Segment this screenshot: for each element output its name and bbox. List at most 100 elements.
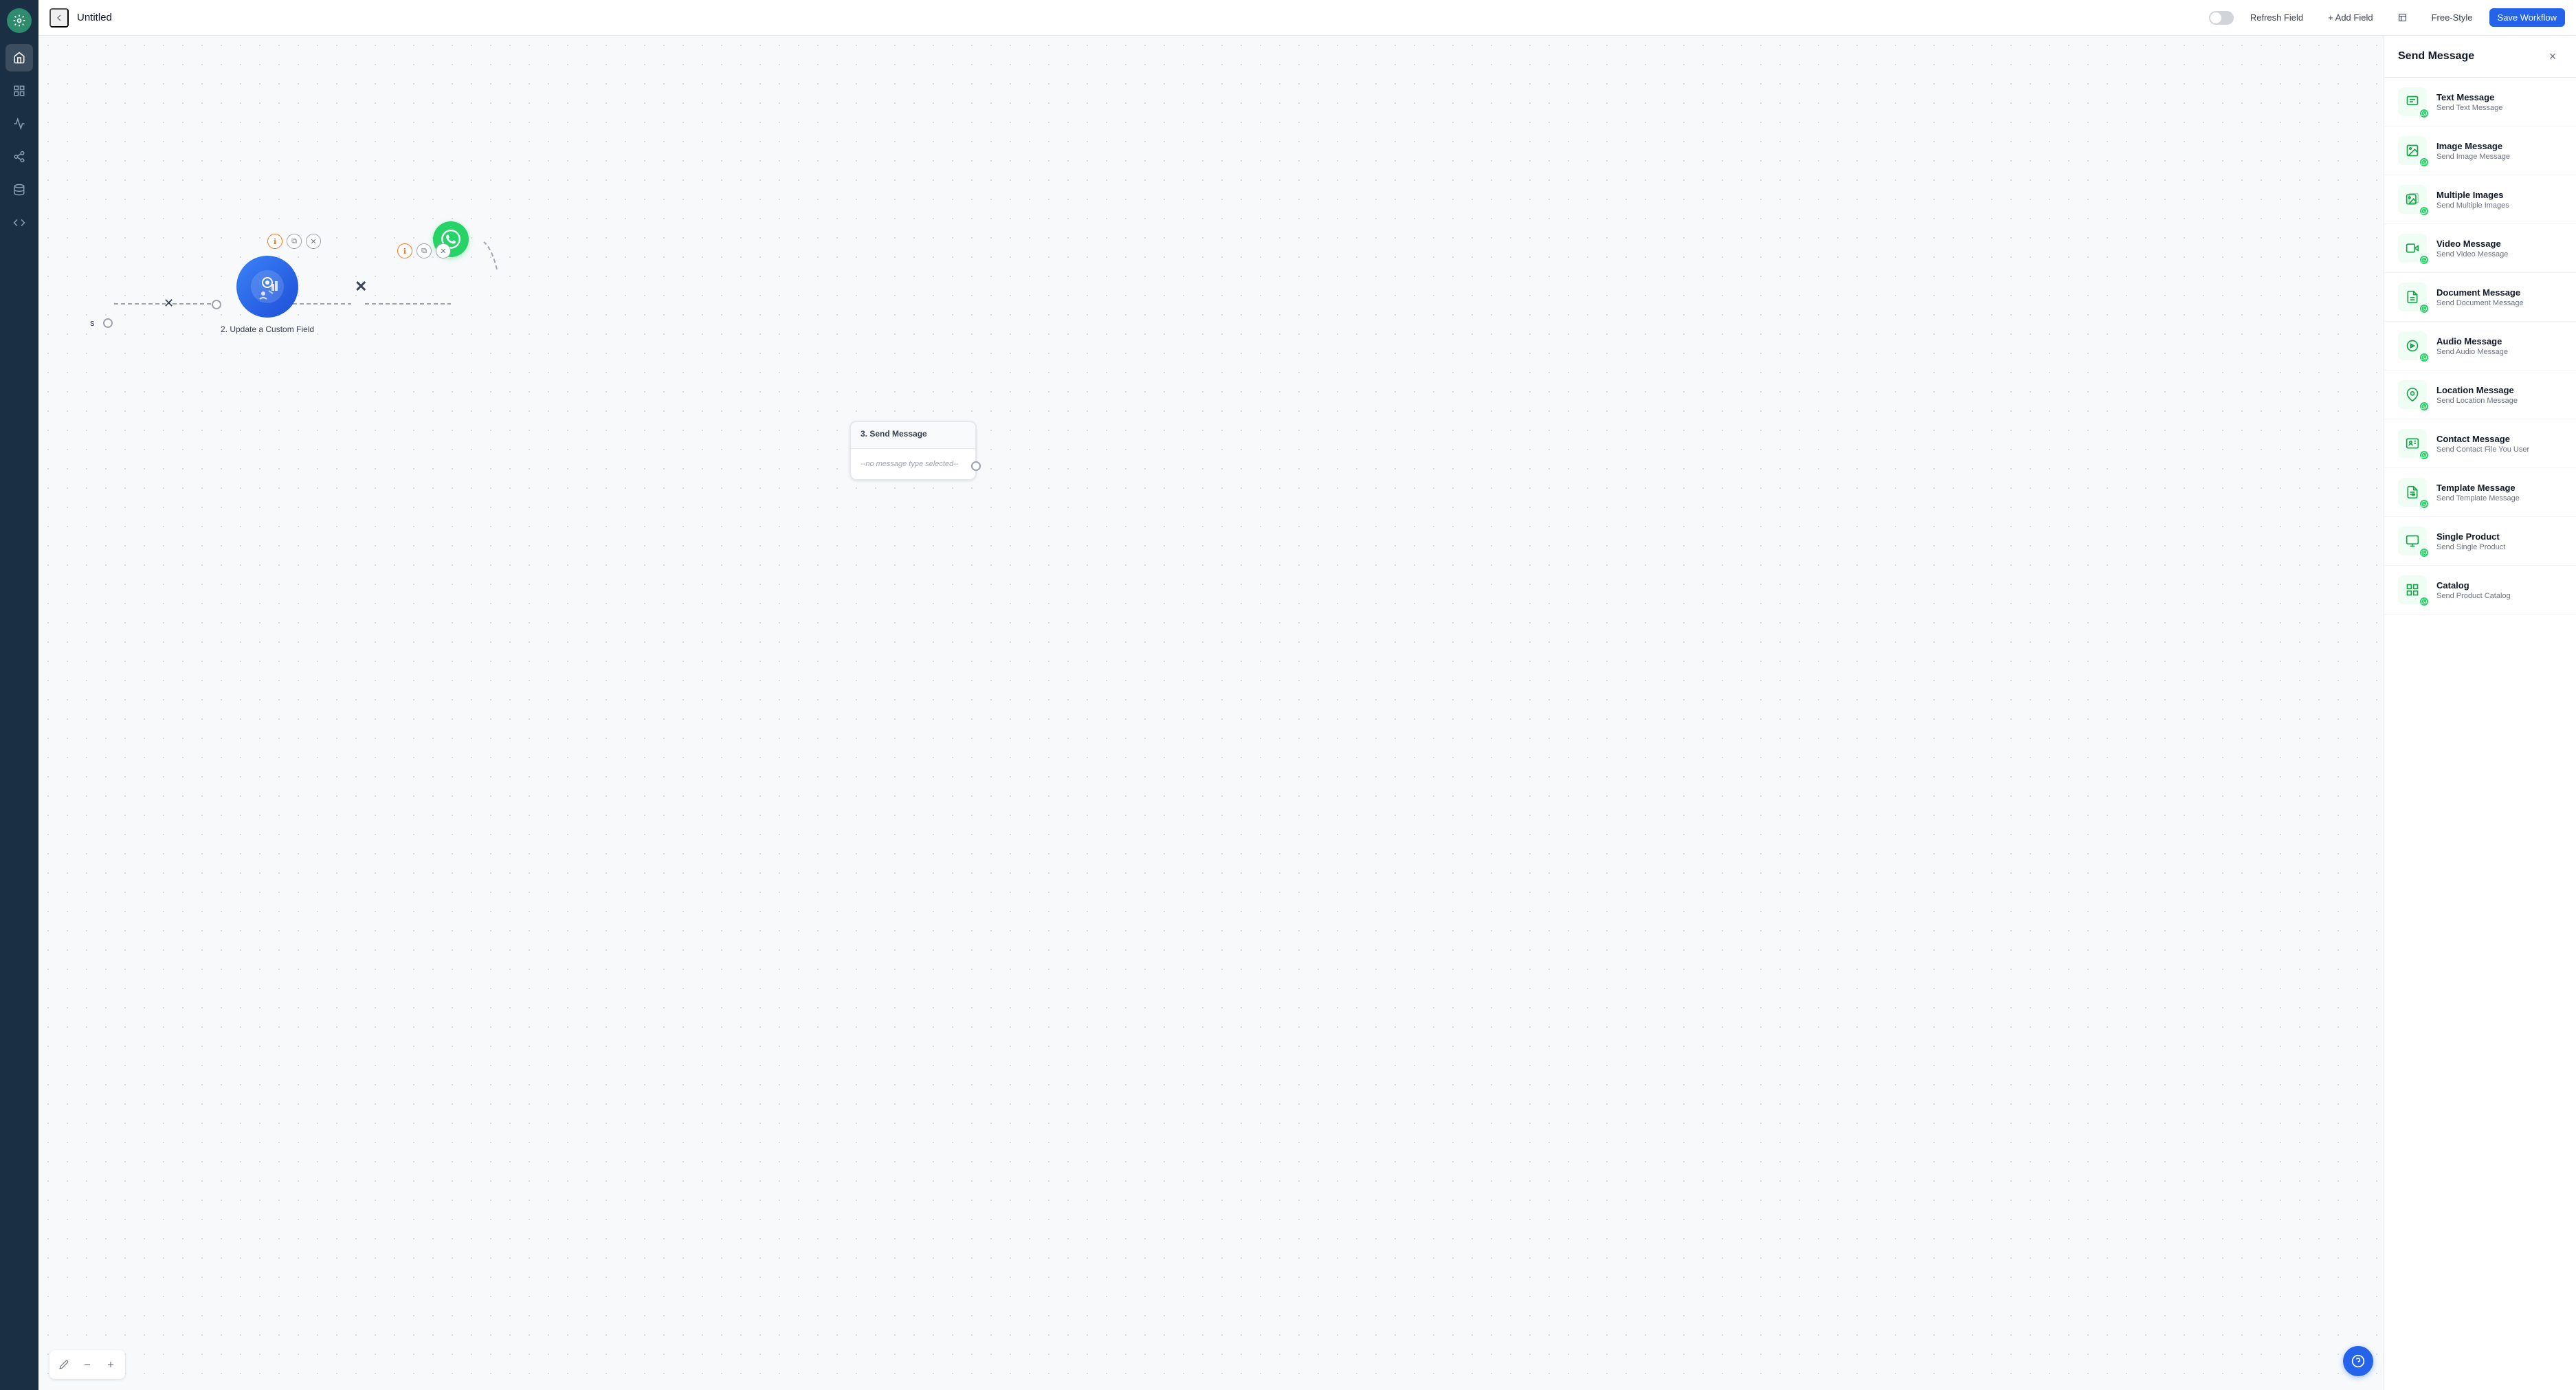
document-message-info: Document Message Send Document Message xyxy=(2436,287,2562,307)
panel-item-template-message[interactable]: Template Message Send Template Message xyxy=(2384,468,2576,517)
catalog-desc: Send Product Catalog xyxy=(2436,592,2562,600)
canvas-toolbar xyxy=(49,1350,125,1379)
catalog-info: Catalog Send Product Catalog xyxy=(2436,580,2562,600)
panel-item-image-message[interactable]: Image Message Send Image Message xyxy=(2384,126,2576,175)
single-product-desc: Send Single Product xyxy=(2436,543,2562,551)
image-message-icon xyxy=(2398,136,2427,165)
sidebar-item-dashboard[interactable] xyxy=(5,77,33,104)
main-area: Untitled Refresh Field + Add Field Free-… xyxy=(38,0,2576,1390)
multiple-images-icon xyxy=(2398,185,2427,214)
send-node-title: 3. Send Message xyxy=(860,429,966,439)
sidebar-item-share[interactable] xyxy=(5,143,33,170)
audio-message-name: Audio Message xyxy=(2436,336,2562,346)
panel-close-button[interactable]: × xyxy=(2543,47,2562,66)
crm-node-label: 2. Update a Custom Field xyxy=(221,324,314,334)
location-message-desc: Send Location Message xyxy=(2436,397,2562,405)
support-button[interactable] xyxy=(2343,1346,2373,1376)
send-node-controls: ℹ ⧉ ✕ xyxy=(397,243,451,258)
video-message-name: Video Message xyxy=(2436,239,2562,249)
crm-copy-button[interactable]: ⧉ xyxy=(287,234,302,249)
audio-message-info: Audio Message Send Audio Message xyxy=(2436,336,2562,356)
single-product-wa-badge xyxy=(2419,547,2430,558)
add-field-button[interactable]: + Add Field xyxy=(2320,8,2381,27)
toggle-switch[interactable] xyxy=(2209,11,2234,25)
canvas[interactable]: s ✕ ✕ ℹ ⧉ ✕ xyxy=(38,36,2384,1390)
template-message-info: Template Message Send Template Message xyxy=(2436,483,2562,503)
send-info-button[interactable]: ℹ xyxy=(397,243,412,258)
sidebar-item-home[interactable] xyxy=(5,44,33,71)
layout-button[interactable] xyxy=(2390,9,2415,26)
save-workflow-button[interactable]: Save Workflow xyxy=(2489,8,2565,27)
send-output-connector[interactable] xyxy=(971,461,981,471)
template-message-icon xyxy=(2398,478,2427,507)
document-message-name: Document Message xyxy=(2436,287,2562,298)
crm-circle xyxy=(236,256,298,318)
panel-item-document-message[interactable]: Document Message Send Document Message xyxy=(2384,273,2576,322)
send-copy-button[interactable]: ⧉ xyxy=(417,243,432,258)
cross-mark-1: ✕ xyxy=(164,296,174,311)
location-message-info: Location Message Send Location Message xyxy=(2436,385,2562,405)
video-message-desc: Send Video Message xyxy=(2436,250,2562,258)
document-wa-badge xyxy=(2419,303,2430,314)
template-message-name: Template Message xyxy=(2436,483,2562,493)
panel-title: Send Message xyxy=(2398,50,2474,63)
contact-message-name: Contact Message xyxy=(2436,434,2562,444)
send-node-placeholder: --no message type selected-- xyxy=(860,460,966,468)
crm-node[interactable]: ℹ ⧉ ✕ xyxy=(221,256,314,334)
multiple-images-desc: Send Multiple Images xyxy=(2436,201,2562,210)
send-message-node[interactable]: 3. Send Message --no message type select… xyxy=(850,421,977,481)
page-title: Untitled xyxy=(77,12,2201,23)
back-button[interactable] xyxy=(49,8,69,27)
pencil-tool-button[interactable] xyxy=(54,1354,74,1375)
sidebar-item-code[interactable] xyxy=(5,209,33,236)
multiple-images-wa-badge xyxy=(2419,206,2430,217)
topbar: Untitled Refresh Field + Add Field Free-… xyxy=(38,0,2576,36)
refresh-field-button[interactable]: Refresh Field xyxy=(2242,8,2311,27)
panel-item-audio-message[interactable]: Audio Message Send Audio Message xyxy=(2384,322,2576,371)
image-message-info: Image Message Send Image Message xyxy=(2436,141,2562,161)
panel-item-multiple-images[interactable]: Multiple Images Send Multiple Images xyxy=(2384,175,2576,224)
audio-wa-badge xyxy=(2419,352,2430,363)
location-message-name: Location Message xyxy=(2436,385,2562,395)
single-product-icon xyxy=(2398,527,2427,555)
panel-item-single-product[interactable]: Single Product Send Single Product xyxy=(2384,517,2576,566)
text-message-desc: Send Text Message xyxy=(2436,104,2562,112)
sidebar-item-database[interactable] xyxy=(5,176,33,203)
image-message-name: Image Message xyxy=(2436,141,2562,151)
send-node-body: --no message type selected-- xyxy=(851,449,975,479)
crm-node-controls: ℹ ⧉ ✕ xyxy=(267,234,321,249)
catalog-icon xyxy=(2398,575,2427,604)
zoom-out-button[interactable] xyxy=(77,1354,98,1375)
panel-item-contact-message[interactable]: Contact Message Send Contact File You Us… xyxy=(2384,419,2576,468)
panel-item-text-message[interactable]: Text Message Send Text Message xyxy=(2384,78,2576,126)
send-message-panel: Send Message × Text Message xyxy=(2384,36,2576,1390)
text-message-icon xyxy=(2398,87,2427,116)
freestyle-button[interactable]: Free-Style xyxy=(2423,8,2481,27)
zoom-in-button[interactable] xyxy=(100,1354,121,1375)
contact-message-icon xyxy=(2398,429,2427,458)
text-wa-badge xyxy=(2419,108,2430,119)
left-connector[interactable] xyxy=(103,318,113,328)
send-node-header: 3. Send Message xyxy=(851,422,975,449)
dot-left-crm[interactable] xyxy=(212,300,221,309)
panel-item-location-message[interactable]: Location Message Send Location Message xyxy=(2384,371,2576,419)
multiple-images-info: Multiple Images Send Multiple Images xyxy=(2436,190,2562,210)
template-wa-badge xyxy=(2419,498,2430,509)
sidebar-logo[interactable] xyxy=(7,8,32,33)
contact-wa-badge xyxy=(2419,450,2430,461)
topbar-actions: Refresh Field + Add Field Free-Style Sav… xyxy=(2209,8,2565,27)
single-product-info: Single Product Send Single Product xyxy=(2436,531,2562,551)
panel-item-video-message[interactable]: Video Message Send Video Message xyxy=(2384,224,2576,273)
sidebar-item-analytics[interactable] xyxy=(5,110,33,137)
left-node: s xyxy=(90,318,113,328)
sidebar xyxy=(0,0,38,1390)
video-wa-badge xyxy=(2419,254,2430,265)
panel-item-catalog[interactable]: Catalog Send Product Catalog xyxy=(2384,566,2576,615)
crm-delete-button[interactable]: ✕ xyxy=(306,234,321,249)
image-wa-badge xyxy=(2419,157,2430,168)
video-message-icon xyxy=(2398,234,2427,263)
contact-message-info: Contact Message Send Contact File You Us… xyxy=(2436,434,2562,454)
connections-svg xyxy=(38,36,2384,1390)
crm-info-button[interactable]: ℹ xyxy=(267,234,282,249)
send-delete-button[interactable]: ✕ xyxy=(436,243,451,258)
